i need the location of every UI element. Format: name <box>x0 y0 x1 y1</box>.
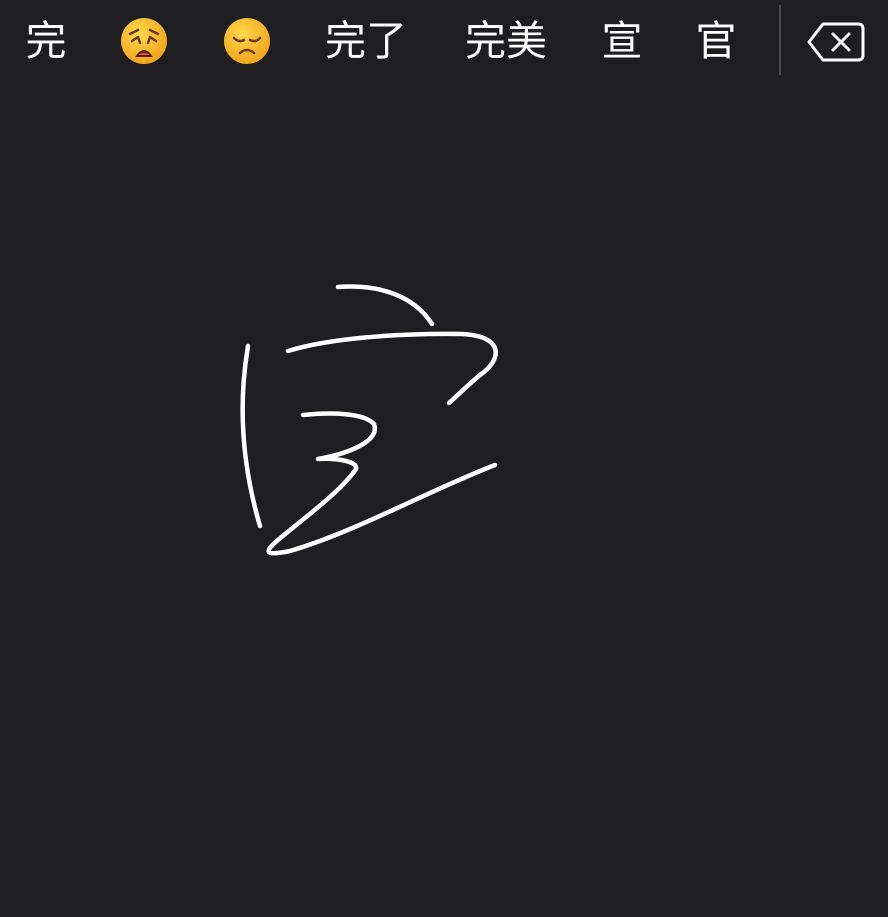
handwriting-pad[interactable] <box>0 84 888 913</box>
stroke-left-vertical <box>240 343 263 529</box>
candidate-wan[interactable]: 完 <box>22 10 70 72</box>
backspace-icon[interactable] <box>806 18 866 66</box>
candidate-bar: 完 完了 完美 宣 官 <box>0 0 888 84</box>
candidate-xuan[interactable]: 宣 <box>600 10 644 72</box>
handwriting-strokes <box>240 284 498 556</box>
stroke-dot <box>335 284 435 327</box>
disappointed-face-emoji[interactable] <box>223 17 271 65</box>
candidate-wanle[interactable]: 完了 <box>320 10 412 72</box>
candidate-divider <box>779 5 781 75</box>
candidate-wanmei[interactable]: 完美 <box>460 10 552 72</box>
candidate-guan[interactable]: 官 <box>694 10 738 72</box>
stroke-zigzag <box>266 411 498 556</box>
stroke-top-hook <box>285 331 498 406</box>
weary-face-emoji[interactable] <box>120 17 168 65</box>
